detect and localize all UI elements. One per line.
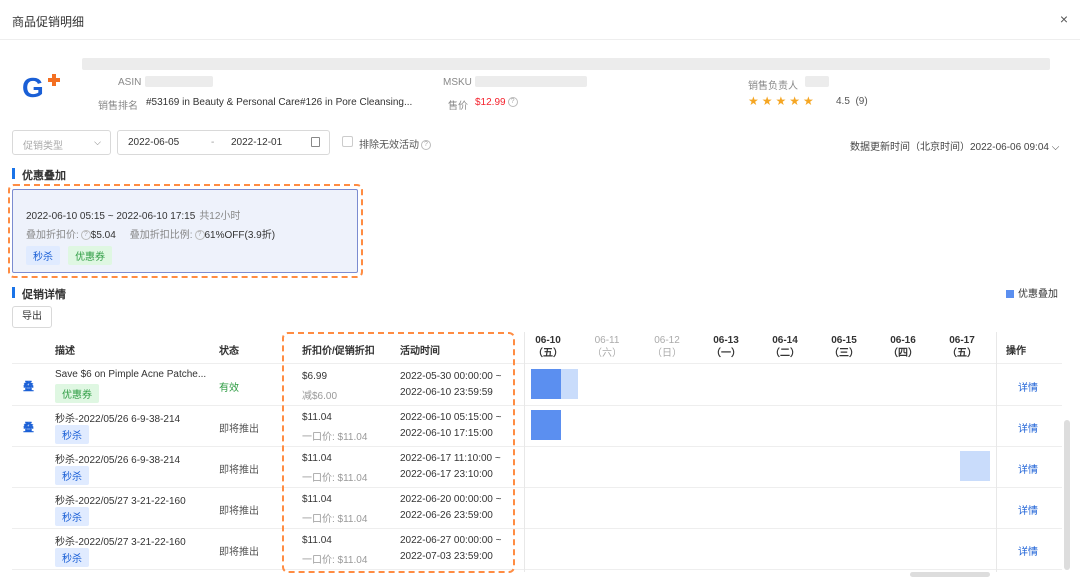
- row-detail-link[interactable]: 详情: [1018, 461, 1038, 476]
- table-header: 描述 状态 折扣价/促销折扣 活动时间 操作 06-10 （五） 06-11 （六）…: [12, 332, 1062, 364]
- exclude-invalid-field: 排除无效活动?: [359, 136, 431, 151]
- col-desc: 描述: [55, 346, 75, 357]
- day-col: 06-13 （一）: [711, 335, 741, 359]
- day-col: 06-17 （五）: [947, 335, 977, 359]
- update-time-field[interactable]: 数据更新时间（北京时间）2022-06-06 09:04 ⌵: [850, 138, 1059, 153]
- rank-label: 销售排名: [98, 101, 138, 112]
- timeline-bar-stacked: [531, 410, 561, 440]
- row-tag: 优惠券: [55, 384, 99, 403]
- row-desc: Save $6 on Pimple Acne Patche...: [55, 369, 207, 380]
- day-col: 06-10 （五）: [533, 335, 563, 359]
- legend-label: 优惠叠加: [1018, 289, 1058, 300]
- row-detail-link[interactable]: 详情: [1018, 502, 1038, 517]
- highlight-box-price-time: [282, 332, 515, 573]
- row-desc: 秒杀-2022/05/26 6-9-38-214: [55, 414, 181, 425]
- msku-label: MSKU: [443, 77, 472, 88]
- product-title-placeholder: [82, 58, 1050, 70]
- dialog-title: 商品促销明细: [12, 15, 85, 29]
- row-status: 即将推出: [219, 506, 259, 517]
- row-detail-link[interactable]: 详情: [1018, 543, 1038, 558]
- calendar-icon: [311, 137, 320, 147]
- chevron-down-icon: ⌵: [1051, 142, 1060, 153]
- price-label: 售价: [448, 101, 468, 112]
- day-col: 06-14 （二）: [770, 335, 800, 359]
- stack-section-title: 优惠叠加: [12, 167, 66, 183]
- col-status: 状态: [219, 346, 239, 357]
- question-icon[interactable]: ?: [421, 140, 431, 151]
- table-row: 秒杀-2022/05/27 3-21-22-160 秒杀 即将推出 $11.04…: [12, 488, 1062, 529]
- horizontal-scrollbar[interactable]: [910, 572, 990, 577]
- price-field: $12.99?: [475, 97, 518, 108]
- day-col: 06-15 （三）: [829, 335, 859, 359]
- rating-text: 4.5 (9): [836, 96, 868, 107]
- close-icon[interactable]: ×: [1060, 11, 1068, 27]
- timeline-divider-right: [996, 332, 997, 572]
- asin-value-placeholder: [145, 76, 213, 87]
- chevron-down-icon: ⌵: [94, 137, 101, 147]
- date-end[interactable]: 2022-12-01: [231, 137, 282, 148]
- date-separator: -: [211, 137, 215, 148]
- day-col: 06-16 （四）: [888, 335, 918, 359]
- row-detail-link[interactable]: 详情: [1018, 379, 1038, 394]
- row-status: 有效: [219, 383, 239, 394]
- export-button[interactable]: 导出: [12, 306, 52, 328]
- price-value: $12.99: [475, 97, 506, 108]
- row-desc: 秒杀-2022/05/27 3-21-22-160: [55, 496, 186, 507]
- owner-label: 销售负责人: [748, 81, 798, 92]
- row-tag: 秒杀: [55, 548, 89, 567]
- row-status: 即将推出: [219, 424, 259, 435]
- update-time: 数据更新时间（北京时间）2022-06-06 09:04: [850, 142, 1049, 153]
- table-row: 叠 Save $6 on Pimple Acne Patche... 优惠券 有…: [12, 365, 1062, 406]
- row-desc: 秒杀-2022/05/27 3-21-22-160: [55, 537, 186, 548]
- rank-value: #53169 in Beauty & Personal Care#126 in …: [146, 97, 413, 108]
- legend-swatch: [1006, 290, 1014, 298]
- table-row: 秒杀-2022/05/26 6-9-38-214 秒杀 即将推出 $11.04 …: [12, 447, 1062, 488]
- row-tag: 秒杀: [55, 466, 89, 485]
- legend: 优惠叠加: [1006, 285, 1058, 300]
- msku-value-placeholder: [475, 76, 587, 87]
- day-col: 06-12 （日）: [652, 335, 682, 359]
- table-row: 秒杀-2022/05/27 3-21-22-160 秒杀 即将推出 $11.04…: [12, 529, 1062, 570]
- exclude-invalid-checkbox[interactable]: [342, 136, 353, 147]
- row-status: 即将推出: [219, 547, 259, 558]
- brand-logo: G: [22, 72, 60, 102]
- row-tag: 秒杀: [55, 507, 89, 526]
- row-tag: 秒杀: [55, 425, 89, 444]
- owner-value-placeholder: [805, 76, 829, 87]
- row-detail-link[interactable]: 详情: [1018, 420, 1038, 435]
- rating-stars-icon: ★★★★★: [748, 94, 817, 108]
- row-status: 即将推出: [219, 465, 259, 476]
- rating-count: (9): [855, 96, 868, 107]
- exclude-invalid-label: 排除无效活动: [359, 140, 419, 151]
- row-desc: 秒杀-2022/05/26 6-9-38-214: [55, 455, 181, 466]
- stack-flag-icon: 叠: [23, 381, 34, 393]
- timeline-bar: [960, 451, 990, 481]
- detail-section-title: 促销详情: [12, 286, 66, 302]
- timeline-bar-stacked: [531, 369, 561, 399]
- date-range-picker[interactable]: 2022-06-05 - 2022-12-01: [117, 130, 330, 155]
- promo-type-placeholder: 促销类型: [23, 141, 63, 152]
- date-start[interactable]: 2022-06-05: [128, 137, 179, 148]
- stack-flag-icon: 叠: [23, 422, 34, 434]
- timeline-divider-left: [524, 332, 525, 572]
- question-icon[interactable]: ?: [507, 97, 518, 108]
- dialog-titlebar: 商品促销明细 ×: [0, 0, 1080, 40]
- table-row: 叠 秒杀-2022/05/26 6-9-38-214 秒杀 即将推出 $11.0…: [12, 406, 1062, 447]
- promo-type-select[interactable]: 促销类型 ⌵: [12, 130, 111, 155]
- asin-label: ASIN: [118, 77, 142, 88]
- svg-text:G: G: [22, 72, 44, 102]
- vertical-scrollbar[interactable]: [1064, 420, 1070, 570]
- col-op: 操作: [1006, 346, 1026, 357]
- highlight-box-stack: [8, 184, 363, 278]
- day-col: 06-11 （六）: [592, 335, 622, 359]
- rating-value: 4.5: [836, 96, 850, 107]
- timeline-bar: [559, 369, 578, 399]
